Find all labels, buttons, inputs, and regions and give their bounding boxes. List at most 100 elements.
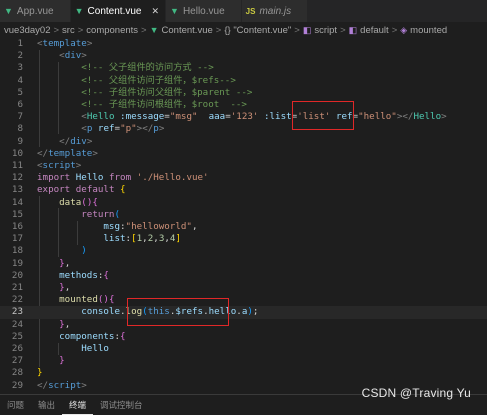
panel-tab[interactable]: 问题 — [0, 395, 31, 415]
tab-content-vue[interactable]: ▼ Content.vue ✕ — [70, 0, 167, 22]
code-text: list:[1,2,3,4] — [37, 233, 181, 245]
breadcrumb-item[interactable]: default — [360, 25, 389, 36]
code-token: ></ — [136, 123, 154, 135]
code-line[interactable]: 27 } — [0, 355, 487, 367]
js-file-icon: JS — [245, 6, 256, 16]
code-line[interactable]: 14 data(){ — [0, 197, 487, 209]
code-line[interactable]: 13 export default { — [0, 184, 487, 196]
code-line[interactable]: 26 Hello — [0, 343, 487, 355]
code-token: mounted — [59, 294, 98, 306]
breadcrumb-item[interactable]: script — [314, 25, 337, 36]
code-token: Hello — [413, 111, 442, 123]
code-line[interactable]: 25 components:{ — [0, 331, 487, 343]
tab-label: App.vue — [16, 5, 54, 17]
panel-tab[interactable]: 输出 — [31, 395, 62, 415]
panel-tab[interactable]: 调试控制台 — [93, 395, 150, 415]
code-token: export — [37, 184, 71, 196]
code-token: </ — [59, 135, 71, 147]
line-number: 16 — [11, 221, 23, 232]
code-token: methods — [59, 269, 98, 281]
code-line[interactable]: 17 list:[1,2,3,4] — [0, 233, 487, 245]
line-number: 9 — [17, 135, 23, 147]
code-text: <template> — [37, 38, 92, 50]
code-line[interactable]: 28} — [0, 367, 487, 379]
code-line[interactable]: 8 <p ref="p"></p> — [0, 123, 487, 135]
breadcrumb-separator: > — [340, 24, 346, 36]
line-number: 21 — [11, 282, 23, 293]
code-text: export default { — [37, 184, 126, 196]
code-line[interactable]: 4 <!-- 父组件访问子组件，$refs--> — [0, 75, 487, 87]
code-line[interactable]: 22 mounted(){ — [0, 294, 487, 306]
code-token: "p" — [120, 123, 137, 135]
breadcrumb-item[interactable]: components — [86, 25, 138, 36]
code-line[interactable]: 12 import Hello from './Hello.vue' — [0, 172, 487, 184]
code-text: </script> — [37, 380, 87, 392]
breadcrumb-item[interactable]: mounted — [410, 25, 447, 36]
code-line[interactable]: 23 console.log(this.$refs.hello.a); — [0, 306, 487, 319]
code-line[interactable]: 16 msg:"helloworld", — [0, 221, 487, 233]
breadcrumb-item[interactable]: {} "Content.vue" — [224, 25, 291, 36]
code-line[interactable]: 2 <div> — [0, 50, 487, 62]
code-line[interactable]: 9 </div> — [0, 136, 487, 148]
tab-label: Hello.vue — [182, 5, 225, 17]
line-number: 11 — [11, 160, 23, 171]
line-number: 20 — [11, 269, 23, 281]
code-line[interactable]: 5 <!-- 子组件访问父组件，$parent --> — [0, 87, 487, 99]
code-token: { — [92, 196, 98, 208]
code-line[interactable]: 20 methods:{ — [0, 270, 487, 282]
code-token: list — [103, 233, 126, 245]
tab-label: main.js — [259, 5, 292, 17]
close-icon[interactable]: ✕ — [151, 6, 159, 17]
line-number: 8 — [17, 123, 23, 135]
tab-main-js[interactable]: JS main.js — [241, 0, 309, 22]
code-text: Hello — [37, 343, 109, 355]
code-line[interactable]: 3 <!-- 父子组件的访问方式 --> — [0, 62, 487, 74]
breadcrumb-item[interactable]: vue3day02 — [4, 25, 50, 36]
line-number: 13 — [11, 184, 23, 196]
code-token: './Hello.vue' — [136, 172, 209, 184]
code-token: </ — [37, 147, 49, 159]
tab-hello-vue[interactable]: ▼ Hello.vue — [166, 0, 242, 22]
code-token: import — [37, 172, 71, 184]
code-text: <!-- 父组件访问子组件，$refs--> — [37, 75, 236, 87]
code-text: return( — [37, 209, 120, 221]
code-line[interactable]: 18 ) — [0, 245, 487, 257]
code-text: <!-- 子组件访问父组件，$parent --> — [37, 87, 252, 99]
code-line[interactable]: 1 <template> — [0, 38, 487, 50]
breadcrumb-item[interactable]: Content.vue — [162, 25, 213, 36]
code-line[interactable]: 19 }, — [0, 258, 487, 270]
panel-tab[interactable]: 终端 — [62, 395, 94, 415]
breadcrumb-item[interactable]: src — [62, 25, 75, 36]
code-line[interactable]: 10 </template> — [0, 148, 487, 160]
code-token: "hello" — [358, 111, 397, 123]
code-line[interactable]: 24 }, — [0, 319, 487, 331]
code-token: > — [92, 147, 98, 159]
code-line[interactable]: 21 }, — [0, 282, 487, 294]
code-text: msg:"helloworld", — [37, 221, 197, 233]
code-line[interactable]: 11 <script> — [0, 160, 487, 172]
code-line[interactable]: 15 return( — [0, 209, 487, 221]
code-line[interactable]: 6 <!-- 子组件访问根组件，$root --> — [0, 99, 487, 111]
code-line[interactable]: 7 <Hello :message="msg" aaa='123' :list=… — [0, 111, 487, 123]
breadcrumb-separator: > — [391, 24, 398, 36]
code-token: aaa — [208, 111, 226, 123]
code-editor[interactable]: 1 <template> 2 <div> 3 <!-- 父子组件的访问方式 --> 4 … — [0, 38, 487, 393]
code-token: > — [86, 135, 93, 147]
code-text: } — [37, 367, 43, 379]
code-token: ></ — [396, 111, 414, 123]
code-token: , — [64, 318, 71, 330]
code-token: , — [64, 257, 71, 269]
tab-app-vue[interactable]: ▼ App.vue — [0, 0, 71, 22]
code-text: data(){ — [37, 197, 98, 209]
vue-logo-icon: ▼ — [149, 25, 159, 35]
code-token: { — [120, 184, 126, 196]
line-number: 26 — [11, 343, 23, 354]
